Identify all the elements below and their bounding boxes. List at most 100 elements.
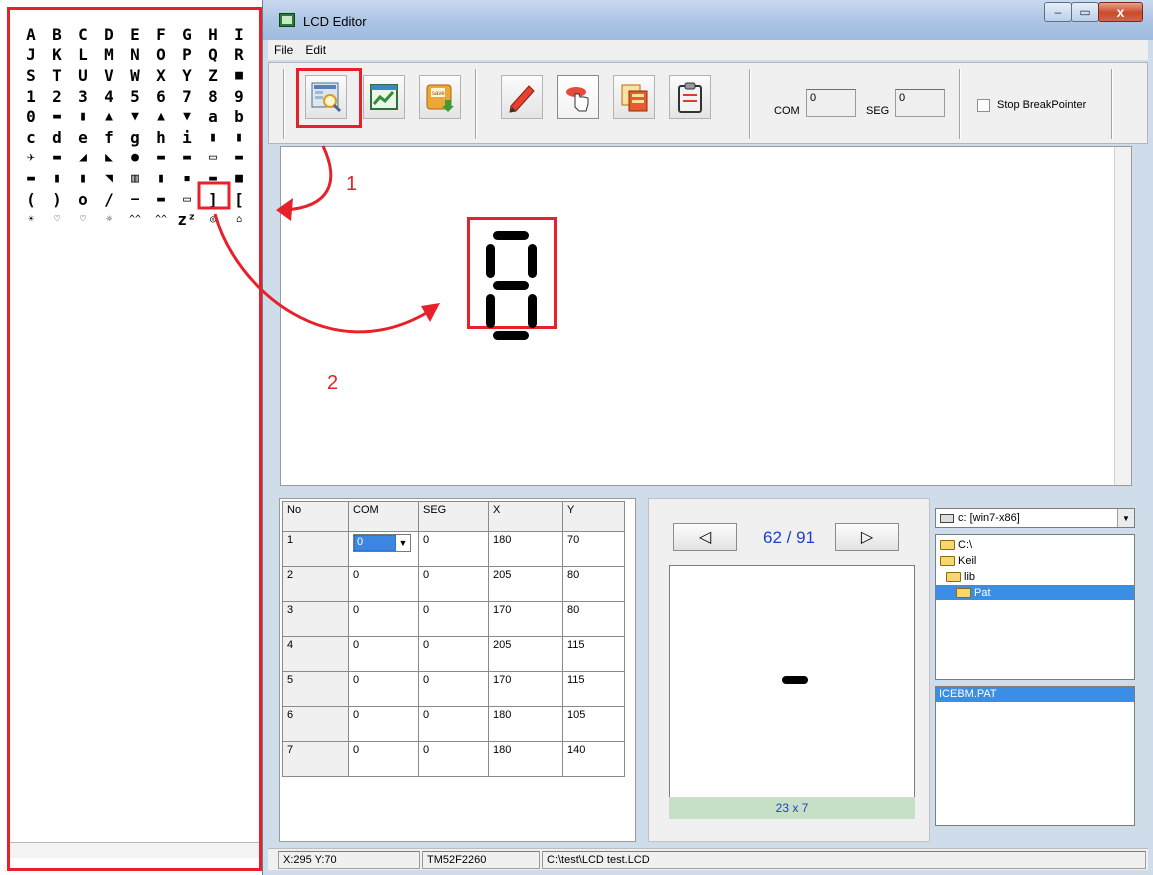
draw-button[interactable] bbox=[501, 75, 543, 119]
cell-y[interactable]: 70 bbox=[562, 531, 625, 567]
column-header-com[interactable]: COM bbox=[348, 501, 419, 532]
cell-seg[interactable]: 0 bbox=[418, 601, 489, 637]
palette-glyph[interactable]: 6 bbox=[148, 86, 174, 107]
cell-seg[interactable]: 0 bbox=[418, 636, 489, 672]
palette-glyph[interactable]: M bbox=[96, 45, 122, 66]
folder-item-keil[interactable]: Keil bbox=[940, 553, 976, 568]
palette-glyph[interactable]: ◎ bbox=[200, 209, 226, 230]
palette-glyph[interactable]: ☼ bbox=[96, 209, 122, 230]
cell-com[interactable]: 0 bbox=[348, 566, 419, 602]
palette-glyph[interactable]: B bbox=[44, 24, 70, 45]
cell-x[interactable]: 205 bbox=[488, 566, 563, 602]
stop-breakpointer-checkbox[interactable] bbox=[977, 99, 990, 112]
palette-glyph[interactable]: ▬ bbox=[44, 106, 70, 127]
palette-glyph[interactable]: f bbox=[96, 127, 122, 148]
palette-glyph[interactable]: Z bbox=[200, 65, 226, 86]
palette-glyph[interactable]: g bbox=[122, 127, 148, 148]
palette-glyph[interactable]: a bbox=[200, 106, 226, 127]
palette-glyph[interactable]: 3 bbox=[70, 86, 96, 107]
palette-glyph[interactable]: ( bbox=[18, 189, 44, 210]
palette-glyph[interactable]: ⌂ bbox=[226, 209, 252, 230]
palette-glyph[interactable]: c bbox=[18, 127, 44, 148]
palette-glyph[interactable]: ▬ bbox=[174, 148, 200, 169]
palette-glyph[interactable]: ■ bbox=[226, 168, 252, 189]
segment-bottom[interactable] bbox=[493, 331, 529, 340]
palette-glyph[interactable]: ▬ bbox=[148, 148, 174, 169]
palette-glyph[interactable]: W bbox=[122, 65, 148, 86]
table-row[interactable]: 7 0 0 180 140 bbox=[282, 741, 625, 777]
segment-top[interactable] bbox=[493, 231, 529, 240]
canvas-scrollbar[interactable] bbox=[1114, 147, 1131, 485]
folder-item-lib[interactable]: lib bbox=[946, 569, 975, 584]
palette-glyph[interactable]: S bbox=[18, 65, 44, 86]
lcd-design-canvas[interactable] bbox=[280, 146, 1132, 486]
cell-x[interactable]: 205 bbox=[488, 636, 563, 672]
palette-glyph[interactable]: ▮ bbox=[148, 168, 174, 189]
com-combo[interactable]: 0 ▼ bbox=[353, 534, 411, 552]
palette-glyph[interactable]: i bbox=[174, 127, 200, 148]
palette-glyph[interactable]: ♡ bbox=[70, 209, 96, 230]
column-header-y[interactable]: Y bbox=[562, 501, 625, 532]
palette-glyph[interactable]: 8 bbox=[200, 86, 226, 107]
palette-glyph[interactable]: U bbox=[70, 65, 96, 86]
previous-pattern-button[interactable]: ◁ bbox=[673, 523, 737, 551]
palette-glyph[interactable]: ^^ bbox=[148, 209, 174, 230]
cell-x[interactable]: 180 bbox=[488, 531, 563, 567]
save-button[interactable]: save bbox=[419, 75, 461, 119]
palette-glyph[interactable]: d bbox=[44, 127, 70, 148]
palette-glyph[interactable]: Q bbox=[200, 45, 226, 66]
palette-glyph[interactable]: ◢ bbox=[70, 148, 96, 169]
palette-glyph[interactable]: ☀ bbox=[18, 209, 44, 230]
palette-glyph[interactable]: D bbox=[96, 24, 122, 45]
palette-glyph[interactable]: P bbox=[174, 45, 200, 66]
palette-glyph[interactable]: ▭ bbox=[200, 148, 226, 169]
palette-glyph[interactable]: ▼ bbox=[174, 106, 200, 127]
cell-y[interactable]: 115 bbox=[562, 671, 625, 707]
drive-select[interactable]: c: [win7-x86] ▼ bbox=[935, 508, 1135, 528]
column-header-no[interactable]: No bbox=[282, 501, 349, 532]
palette-glyph[interactable]: ▲ bbox=[96, 106, 122, 127]
palette-glyph[interactable]: ✈ bbox=[18, 148, 44, 169]
table-row[interactable]: 3 0 0 170 80 bbox=[282, 601, 625, 637]
menu-file[interactable]: File bbox=[268, 43, 299, 57]
copy-button[interactable] bbox=[613, 75, 655, 119]
palette-glyph[interactable]: h bbox=[148, 127, 174, 148]
palette-glyph[interactable]: G bbox=[174, 24, 200, 45]
palette-glyph[interactable]: ▬ bbox=[18, 168, 44, 189]
palette-glyph[interactable]: ▬ bbox=[226, 148, 252, 169]
cell-com[interactable]: 0 bbox=[348, 636, 419, 672]
palette-glyph[interactable]: ▼ bbox=[122, 106, 148, 127]
column-header-seg[interactable]: SEG bbox=[418, 501, 489, 532]
palette-glyph[interactable]: F bbox=[148, 24, 174, 45]
cell-seg[interactable]: 0 bbox=[418, 566, 489, 602]
cell-com[interactable]: 0 ▼ bbox=[348, 531, 419, 567]
table-row[interactable]: 2 0 0 205 80 bbox=[282, 566, 625, 602]
palette-glyph[interactable]: C bbox=[70, 24, 96, 45]
cell-y[interactable]: 80 bbox=[562, 566, 625, 602]
palette-glyph[interactable]: V bbox=[96, 65, 122, 86]
palette-glyph[interactable]: 9 bbox=[226, 86, 252, 107]
palette-glyph[interactable]: ▲ bbox=[148, 106, 174, 127]
palette-glyph[interactable]: ▪ bbox=[174, 168, 200, 189]
cell-seg[interactable]: 0 bbox=[418, 706, 489, 742]
cell-x[interactable]: 170 bbox=[488, 671, 563, 707]
palette-glyph[interactable]: ■ bbox=[226, 65, 252, 86]
palette-glyph[interactable]: H bbox=[200, 24, 226, 45]
chart-button[interactable] bbox=[363, 75, 405, 119]
palette-glyph[interactable]: 7 bbox=[174, 86, 200, 107]
cell-no[interactable]: 2 bbox=[282, 566, 349, 602]
cell-no[interactable]: 7 bbox=[282, 741, 349, 777]
palette-glyph[interactable]: ◥ bbox=[96, 168, 122, 189]
palette-glyph[interactable]: L bbox=[70, 45, 96, 66]
menu-edit[interactable]: Edit bbox=[299, 43, 332, 57]
cell-y[interactable]: 80 bbox=[562, 601, 625, 637]
cell-no[interactable]: 3 bbox=[282, 601, 349, 637]
palette-glyph[interactable]: 0 bbox=[18, 106, 44, 127]
cell-no[interactable]: 5 bbox=[282, 671, 349, 707]
palette-glyph[interactable]: R bbox=[226, 45, 252, 66]
palette-glyph[interactable]: ) bbox=[44, 189, 70, 210]
folder-item-root[interactable]: C:\ bbox=[940, 537, 972, 552]
column-header-x[interactable]: X bbox=[488, 501, 563, 532]
maximize-button[interactable]: ▭ bbox=[1071, 2, 1099, 22]
palette-glyph[interactable]: E bbox=[122, 24, 148, 45]
